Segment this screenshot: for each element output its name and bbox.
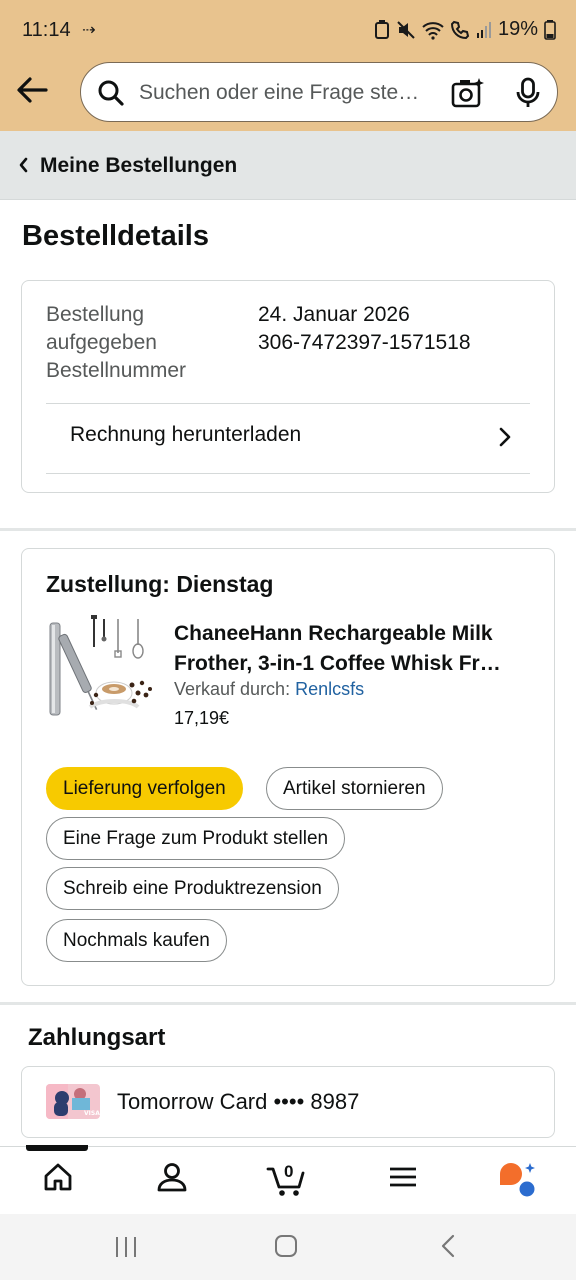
payment-card-label: Tomorrow Card •••• 8987 — [117, 1089, 360, 1114]
seller-info: Verkauf durch: Renlcsfs — [174, 679, 364, 700]
data-transfer-icon: ⇢ — [82, 22, 96, 39]
chevron-right-icon — [499, 427, 511, 447]
wifi-icon — [422, 21, 444, 40]
battery-percent: 19% — [497, 18, 538, 40]
account-icon[interactable] — [156, 1161, 188, 1193]
svg-text:VISA: VISA — [84, 1110, 100, 1117]
track-package-button[interactable]: Lieferung verfolgen — [46, 767, 243, 810]
breadcrumb[interactable]: Meine Bestellungen — [0, 131, 576, 200]
product-price: 17,19€ — [174, 708, 230, 728]
back-arrow-icon[interactable] — [14, 74, 50, 106]
seller-prefix: Verkauf durch: — [174, 679, 291, 699]
ask-product-question-button[interactable]: Eine Frage zum Produkt stellen — [46, 817, 346, 860]
breadcrumb-label[interactable]: Meine Bestellungen — [40, 154, 237, 178]
camera-lens-icon[interactable] — [451, 76, 485, 110]
seller-link[interactable]: Renlcsfs — [295, 679, 364, 699]
active-tab-indicator — [26, 1145, 88, 1151]
payment-title: Zahlungsart — [28, 1024, 166, 1051]
order-info-card: Bestellung aufgegeben Bestellnummer 24. … — [21, 280, 555, 493]
delivery-title: Zustellung: Dienstag — [46, 571, 274, 597]
divider — [46, 473, 530, 474]
mute-icon — [397, 20, 415, 39]
search-icon — [98, 80, 124, 106]
system-navigation — [0, 1214, 576, 1280]
product-image[interactable] — [46, 615, 156, 725]
app-header: Suchen oder eine Frage ste… — [0, 60, 576, 131]
download-invoice-label[interactable]: Rechnung herunterladen — [70, 423, 301, 447]
home-button-icon[interactable] — [274, 1234, 298, 1258]
assistant-icon[interactable] — [498, 1161, 538, 1197]
search-bar[interactable]: Suchen oder eine Frage ste… — [80, 62, 558, 122]
section-divider — [0, 1002, 576, 1005]
payment-method-card[interactable]: VISA Tomorrow Card •••• 8987 — [21, 1066, 555, 1138]
status-icons: 19% — [374, 18, 556, 41]
battery-icon — [544, 19, 556, 40]
cart-count: 0 — [284, 1162, 294, 1181]
section-divider — [0, 528, 576, 531]
order-date-value: 24. Januar 2026 — [258, 303, 410, 326]
page-title: Bestelldetails — [22, 220, 209, 252]
product-title[interactable]: ChaneeHann Rechargeable Milk Frother, 3-… — [174, 619, 534, 679]
recycle-icon — [374, 19, 389, 39]
product-title-line1[interactable]: ChaneeHann Rechargeable Milk — [174, 619, 534, 649]
search-input[interactable]: Suchen oder eine Frage ste… — [139, 81, 439, 105]
write-review-button[interactable]: Schreib eine Produktrezension — [46, 867, 339, 910]
bottom-navigation: 0 — [0, 1145, 576, 1214]
recent-apps-icon[interactable] — [114, 1236, 138, 1258]
delivery-card: Zustellung: Dienstag ChaneeHann Recharge… — [21, 548, 555, 986]
product-title-line2[interactable]: Frother, 3-in-1 Coffee Whisk Fr… — [174, 649, 534, 679]
menu-icon[interactable] — [388, 1161, 418, 1193]
system-back-icon[interactable] — [440, 1234, 456, 1258]
home-icon[interactable] — [42, 1161, 74, 1193]
order-date-label-line1: Bestellung — [46, 303, 145, 326]
buy-again-button[interactable]: Nochmals kaufen — [46, 919, 227, 962]
cancel-item-button[interactable]: Artikel stornieren — [266, 767, 443, 810]
call-icon — [450, 20, 470, 39]
signal-icon — [476, 21, 491, 38]
microphone-icon[interactable] — [515, 77, 541, 109]
status-bar: 11:14 ⇢ 19% — [0, 0, 576, 60]
download-invoice-row[interactable]: Rechnung herunterladen — [46, 403, 530, 473]
order-date-label-line2: aufgegeben — [46, 331, 157, 354]
order-number-value: 306-7472397-1571518 — [258, 331, 471, 354]
status-time: 11:14 — [22, 19, 71, 41]
credit-card-image: VISA — [46, 1084, 100, 1119]
order-number-label: Bestellnummer — [46, 359, 187, 382]
chevron-left-icon — [19, 157, 28, 173]
